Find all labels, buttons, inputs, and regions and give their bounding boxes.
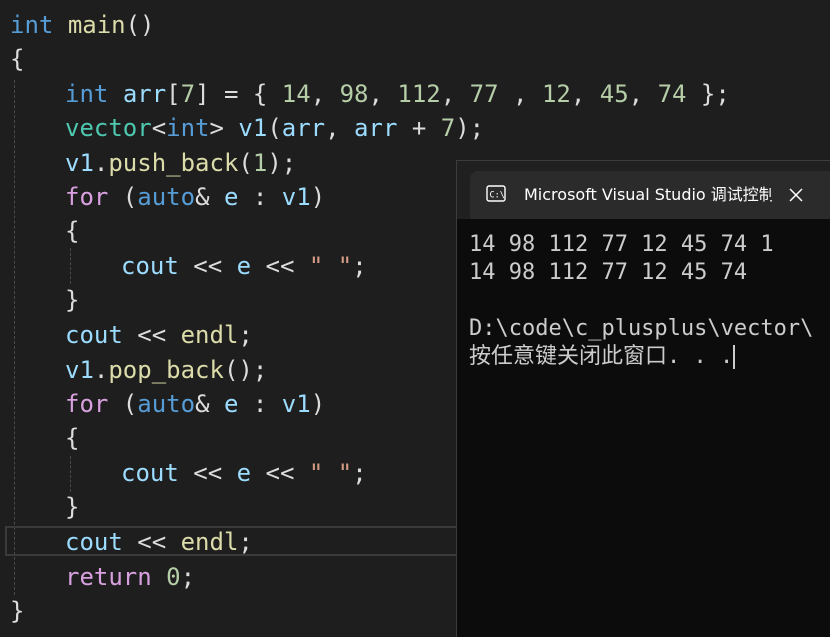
- token-for: for: [65, 183, 109, 211]
- token-vector: vector: [65, 114, 152, 142]
- console-output-line-5: 按任意键关闭此窗口. . .: [469, 344, 734, 369]
- console-tab[interactable]: C:\ Microsoft Visual Studio 调试控制台: [470, 171, 830, 219]
- console-output-line-4: D:\code\c_plusplus\vector\: [469, 316, 814, 341]
- console-app-icon: C:\: [486, 185, 506, 202]
- code-line-2: {: [10, 42, 24, 76]
- indent-guide-loop-2: [70, 456, 71, 492]
- code-line-6: v1.push_back(1);: [65, 149, 297, 177]
- code-line-12: v1.pop_back();: [65, 356, 268, 384]
- token-brace-open: {: [10, 45, 25, 73]
- code-line-9: cout << e << " ";: [121, 252, 367, 280]
- token-endl: endl: [180, 321, 239, 349]
- debug-console-window[interactable]: C:\ Microsoft Visual Studio 调试控制台 14 98 …: [456, 160, 830, 637]
- console-output-line-2: 14 98 112 77 12 45 74: [469, 260, 748, 285]
- token-main: main: [67, 11, 126, 39]
- code-line-5: vector<int> v1(arr, arr + 7);: [65, 114, 485, 142]
- close-icon[interactable]: [786, 185, 806, 205]
- console-output-line-3: [469, 287, 830, 315]
- code-line-18: return 0;: [65, 563, 196, 591]
- console-output-line-1: 14 98 112 77 12 45 74 1: [469, 232, 774, 257]
- text-cursor: [733, 345, 736, 369]
- console-title: Microsoft Visual Studio 调试控制台: [524, 185, 772, 204]
- token-int: int: [65, 80, 109, 108]
- token-pop-back: pop_back: [108, 356, 224, 384]
- token-int: int: [10, 11, 54, 39]
- code-line-16: }: [65, 493, 80, 521]
- code-line-7: for (auto& e : v1): [65, 183, 326, 211]
- code-line-13: for (auto& e : v1): [65, 390, 326, 418]
- indent-guide-main: [14, 80, 15, 595]
- code-line-17: cout << endl;: [65, 528, 253, 556]
- code-line-14: {: [65, 424, 80, 452]
- token-push-back: push_back: [108, 149, 239, 177]
- code-line-11: cout << endl;: [65, 321, 253, 349]
- token-return: return: [65, 563, 152, 591]
- console-output-prompt-line: 按任意键关闭此窗口. . .: [469, 343, 830, 371]
- code-line-4: int arr[7] = { 14, 98, 112, 77 , 12, 45,…: [65, 80, 730, 108]
- code-line-1: int main(): [10, 8, 155, 42]
- token-cout: cout: [121, 252, 179, 280]
- code-line-19: }: [10, 597, 25, 625]
- code-line-15: cout << e << " ";: [121, 459, 367, 487]
- console-titlebar[interactable]: C:\ Microsoft Visual Studio 调试控制台: [457, 161, 830, 219]
- token-parens: (): [125, 11, 155, 39]
- indent-guide-loop-1: [70, 248, 71, 284]
- token-arr: arr: [122, 80, 167, 108]
- code-line-8: {: [65, 217, 80, 245]
- code-line-10: }: [65, 286, 80, 314]
- console-output[interactable]: 14 98 112 77 12 45 74 1 14 98 112 77 12 …: [469, 231, 830, 371]
- svg-text:C:\: C:\: [490, 191, 505, 201]
